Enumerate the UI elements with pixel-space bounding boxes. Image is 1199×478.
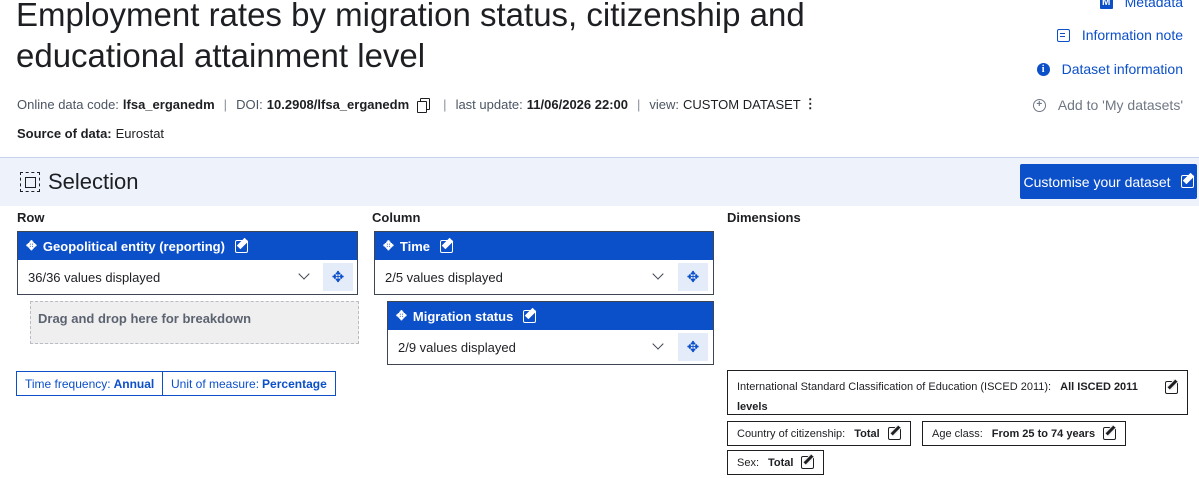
view-label: view: [649,96,680,112]
chip-value: Percentage [262,376,327,391]
dimension-title: Migration status [412,308,514,324]
chevron-down-icon [298,268,310,280]
chip-label: Age class: [932,427,983,440]
age-class-chip[interactable]: Age class: From 25 to 74 years [922,421,1127,446]
country-of-citizenship-chip[interactable]: Country of citizenship: Total [727,421,911,446]
dimension-title: Geopolitical entity (reporting) [42,238,225,254]
chip-label: Time frequency: [25,376,111,391]
info-icon: i [1036,62,1050,76]
copy-icon[interactable] [417,97,431,113]
customise-dataset-button[interactable]: Customise your dataset [1020,164,1197,199]
doi-value: 10.2908/lfsa_erganedm [266,96,410,112]
row-dimension-geo[interactable]: ✥ Geopolitical entity (reporting) 36/36 … [17,231,358,295]
unit-of-measure-chip[interactable]: Unit of measure: Percentage [162,371,336,396]
dimension-values-select[interactable]: 2/5 values displayed ✥ [375,260,713,294]
add-to-my-datasets-link[interactable]: + Add to 'My datasets' [1032,97,1183,113]
dataset-information-link-label: Dataset information [1061,61,1183,77]
metadata-link-label: Metadata [1124,0,1183,10]
doi-label: DOI: [236,96,263,112]
dataset-meta: Online data code: lfsa_erganedm | DOI: 1… [17,96,817,113]
separator: | [443,96,447,112]
add-icon: + [1032,98,1046,112]
move-icon: ✥ [383,238,394,253]
sex-chip[interactable]: Sex: Total [727,450,825,475]
drag-handle-icon[interactable]: ✥ [323,263,353,291]
source-label: Source of data: [17,126,112,141]
dataset-information-link[interactable]: i Dataset information [1036,61,1183,77]
edit-icon[interactable] [440,239,454,253]
source-of-data: Source of data: Eurostat [17,126,164,141]
edit-icon[interactable] [523,309,537,323]
metadata-link[interactable]: M Metadata [1099,0,1183,10]
column-heading: Column [372,210,421,225]
chip-label: Sex: [737,456,760,469]
selection-heading: Selection [20,169,139,195]
breakdown-drop-zone[interactable]: Drag and drop here for breakdown [30,301,359,344]
dimension-header[interactable]: ✥ Migration status [388,302,713,330]
dimension-header[interactable]: ✥ Geopolitical entity (reporting) [18,232,357,260]
add-to-my-datasets-label: Add to 'My datasets' [1057,97,1183,113]
note-icon [1056,28,1070,42]
information-note-link[interactable]: Information note [1056,27,1183,43]
dimension-values: 36/36 values displayed [28,269,161,285]
column-dimension-migration[interactable]: ✥ Migration status 2/9 values displayed … [387,301,714,365]
chip-label: Unit of measure: [171,376,260,391]
source-value: Eurostat [115,126,165,141]
chevron-down-icon [652,268,664,280]
online-data-code: lfsa_erganedm [122,96,215,112]
view-menu-icon[interactable]: ⋮ [804,96,817,112]
edit-icon [1180,175,1194,188]
isced-chip-text: International Standard Classification of… [737,377,1157,417]
chip-value: From 25 to 74 years [991,427,1096,440]
information-note-link-label: Information note [1081,27,1183,43]
last-update-value: 11/06/2026 22:00 [526,96,628,112]
move-icon: ✥ [396,308,407,323]
chip-label: International Standard Classification of… [737,381,1052,393]
page-title: Employment rates by migration status, ci… [16,0,805,74]
selection-icon [20,172,40,192]
chip-value: Total [768,456,794,469]
customise-dataset-label: Customise your dataset [1023,173,1171,190]
edit-icon[interactable] [1165,381,1178,394]
dimension-title: Time [399,238,431,254]
view-value[interactable]: CUSTOM DATASET [683,97,801,112]
row-heading: Row [17,210,45,225]
chip-label: Country of citizenship: [737,427,846,440]
edit-icon[interactable] [887,427,901,440]
drag-handle-icon[interactable]: ✥ [678,333,708,361]
edit-icon[interactable] [801,456,815,469]
dimension-values-select[interactable]: 36/36 values displayed ✥ [18,260,357,294]
edit-icon[interactable] [1103,427,1117,440]
dimension-values: 2/5 values displayed [385,269,503,285]
code-label: Online data code: [17,96,119,112]
selection-title: Selection [48,169,139,194]
chip-value: Total [854,427,880,440]
chip-value: Annual [113,376,155,391]
time-frequency-chip[interactable]: Time frequency: Annual [16,371,164,396]
edit-icon[interactable] [234,239,248,253]
dimension-values-select[interactable]: 2/9 values displayed ✥ [388,330,713,364]
dimensions-heading: Dimensions [727,210,801,225]
metadata-icon: M [1099,0,1113,9]
isced-filter-chip[interactable]: International Standard Classification of… [727,370,1188,415]
chevron-down-icon [652,338,664,350]
dimension-header[interactable]: ✥ Time [375,232,713,260]
move-icon: ✥ [26,238,37,253]
column-dimension-time[interactable]: ✥ Time 2/5 values displayed ✥ [374,231,714,295]
dimension-values: 2/9 values displayed [398,339,516,355]
separator: | [637,96,641,112]
separator: | [223,96,228,112]
update-label: last update: [455,96,523,112]
drag-handle-icon[interactable]: ✥ [678,263,708,291]
